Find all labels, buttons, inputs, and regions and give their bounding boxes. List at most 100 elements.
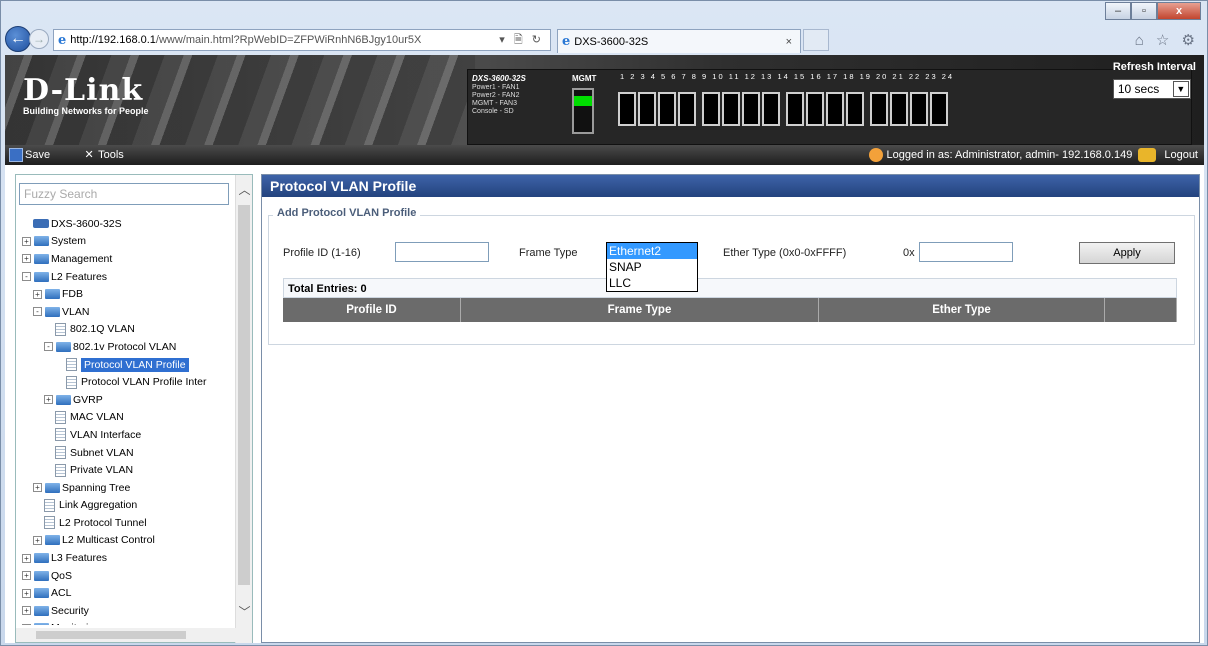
port[interactable] [870,92,888,126]
expand-icon[interactable]: + [22,571,31,581]
tree-item[interactable]: VLAN Interface [16,426,234,444]
tree-item[interactable]: Private VLAN [16,461,234,479]
refresh-select[interactable]: 10 secs ▼ [1112,79,1191,99]
folder-icon [34,553,49,564]
tree-item[interactable]: + GVRP [16,391,234,409]
tree-item[interactable]: DXS-3600-32S [16,215,234,233]
port[interactable] [618,92,636,126]
frame-type-option[interactable]: SNAP [607,259,697,275]
close-button[interactable]: x [1157,2,1201,20]
tree-item[interactable]: - 802.1v Protocol VLAN [16,338,234,356]
port[interactable] [826,92,844,126]
expand-icon[interactable]: + [22,588,31,598]
port[interactable] [846,92,864,126]
folder-icon [45,535,60,546]
port[interactable] [722,92,740,126]
port[interactable] [702,92,720,126]
profile-id-input[interactable] [395,242,489,262]
tree-item[interactable]: - VLAN [16,303,234,321]
expand-icon[interactable]: + [33,535,42,545]
tools-button[interactable]: ✕ Tools [82,148,123,162]
tree-item[interactable]: L2 Protocol Tunnel [16,514,234,532]
collapse-icon[interactable]: - [33,307,42,317]
home-favorites-settings-icons[interactable]: ⌂ ☆ ⚙ [1135,31,1199,49]
save-button[interactable]: Save [9,148,50,162]
tree-item[interactable]: + L3 Features [16,549,234,567]
folder-icon [45,306,60,317]
port[interactable] [762,92,780,126]
expand-icon[interactable]: + [22,606,31,616]
tree-item[interactable]: + Monitoring [16,620,234,625]
tree-item[interactable]: + System [16,233,234,251]
page-icon [55,463,66,477]
search-input[interactable]: Fuzzy Search [19,183,229,205]
expand-icon[interactable]: + [33,289,42,299]
tree-item-label: ACL [51,587,72,600]
expand-icon[interactable]: + [22,553,31,563]
chevron-down-icon[interactable]: ▼ [1172,81,1189,97]
expand-icon[interactable]: + [33,483,42,493]
expand-icon[interactable]: + [22,254,31,264]
expand-icon[interactable]: + [44,395,53,405]
expand-icon[interactable]: + [22,236,31,246]
tree-item[interactable]: Link Aggregation [16,497,234,515]
port[interactable] [658,92,676,126]
tree-item[interactable]: + Spanning Tree [16,479,234,497]
collapse-icon[interactable]: - [44,342,53,352]
forward-arrow-icon[interactable]: → [29,29,49,49]
back-arrow-icon[interactable]: ← [5,26,31,52]
scroll-up-icon[interactable]: ︿ [236,181,253,198]
port[interactable] [786,92,804,126]
maximize-button[interactable]: ▫ [1131,2,1157,20]
minimize-button[interactable]: – [1105,2,1131,20]
tree-item[interactable]: + QoS [16,567,234,585]
tab-close-icon[interactable]: × [786,36,792,48]
new-tab-button[interactable] [803,29,829,51]
collapse-icon[interactable]: - [22,272,31,282]
address-bar[interactable]: e http://192.168.0.1/www/main.html?RpWeb… [53,29,551,51]
tree-item-label: L2 Multicast Control [62,534,155,547]
sidebar-vertical-scrollbar[interactable]: ︿ ﹀ [235,175,252,643]
logout-link[interactable]: Logout [1164,149,1198,161]
tree-item[interactable]: + L2 Multicast Control [16,532,234,550]
address-tools[interactable]: ▾ 🗎 ↻ [499,31,544,50]
total-entries: Total Entries: 0 [283,278,1177,298]
port[interactable] [890,92,908,126]
scroll-thumb[interactable] [238,205,250,585]
page-icon [66,375,77,389]
port[interactable] [742,92,760,126]
port[interactable] [678,92,696,126]
tree-item[interactable]: Protocol VLAN Profile Inter [16,373,234,391]
tree-item[interactable]: 802.1Q VLAN [16,321,234,339]
frame-type-option[interactable]: LLC [607,275,697,291]
tree-item[interactable]: + Management [16,250,234,268]
frame-type-option[interactable]: Ethernet2 [607,243,697,259]
main-panel: Protocol VLAN Profile Add Protocol VLAN … [261,174,1200,643]
tree-item[interactable]: MAC VLAN [16,409,234,427]
expand-icon[interactable]: + [22,623,31,625]
tree-item[interactable]: Subnet VLAN [16,444,234,462]
tree-item[interactable]: + FDB [16,285,234,303]
key-icon [1138,148,1157,162]
tree-item[interactable]: + Security [16,602,234,620]
tree-item-label: Spanning Tree [62,481,131,494]
port[interactable] [806,92,824,126]
tree-item[interactable]: Protocol VLAN Profile [16,356,234,374]
column-header [1105,298,1177,322]
ether-type-input[interactable] [919,242,1013,262]
page-icon [55,446,66,460]
folder-icon [45,482,60,493]
tree-item[interactable]: - L2 Features [16,268,234,286]
hscroll-thumb[interactable] [36,631,186,639]
port[interactable] [638,92,656,126]
browser-tab[interactable]: e DXS-3600-32S × [557,29,801,53]
sidebar-horizontal-scrollbar[interactable] [16,628,236,642]
ether-type-label: Ether Type (0x0-0xFFFF) [723,247,847,259]
tree-item[interactable]: + ACL [16,584,234,602]
frame-type-listbox[interactable]: Ethernet2 SNAP LLC [606,242,698,292]
port[interactable] [930,92,948,126]
port[interactable] [910,92,928,126]
apply-button[interactable]: Apply [1079,242,1175,264]
scroll-down-icon[interactable]: ﹀ [236,603,253,620]
mgmt-port[interactable] [572,88,594,134]
